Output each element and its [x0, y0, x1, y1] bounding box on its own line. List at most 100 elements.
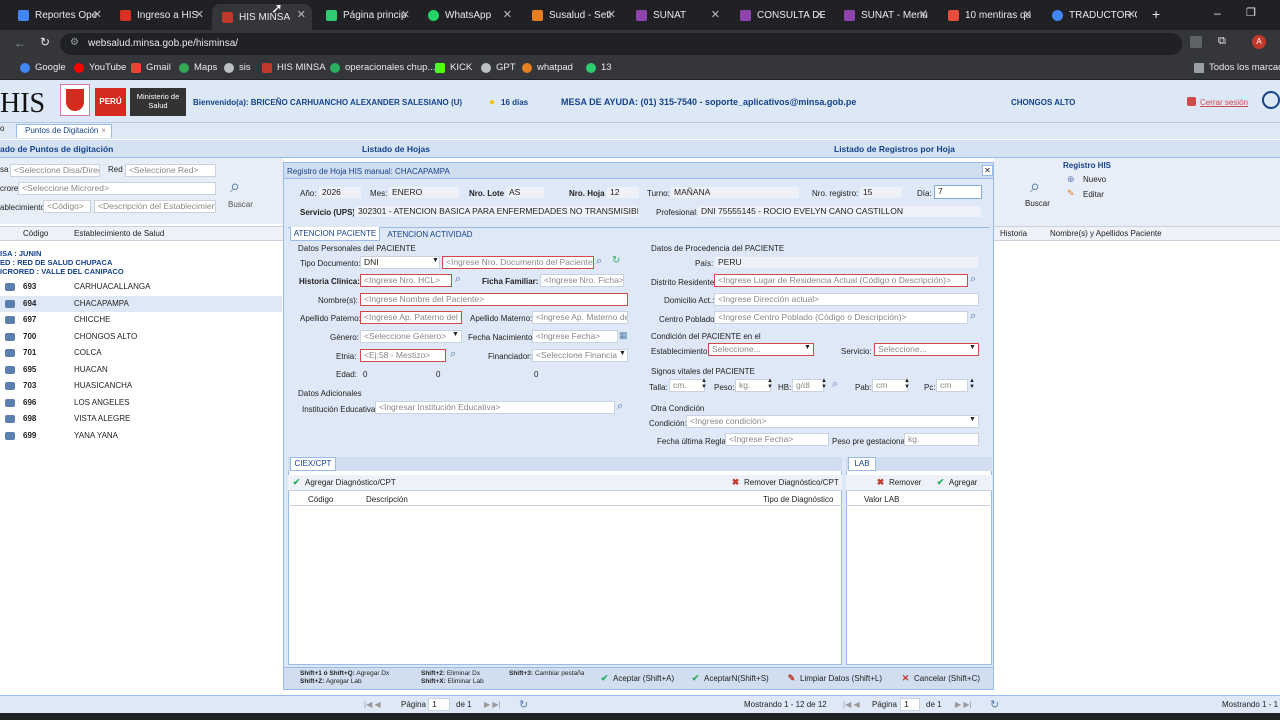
bookmark-13[interactable]: 13: [586, 62, 612, 73]
clear-button[interactable]: ✎ Limpiar Datos (Shift+L): [787, 674, 882, 684]
est-code-input[interactable]: <Código>: [43, 200, 91, 213]
bookmark-gpt[interactable]: GPT: [481, 62, 516, 73]
extension-icon[interactable]: [1190, 36, 1202, 48]
refresh-icon[interactable]: ↻: [612, 255, 620, 266]
establecimiento-select[interactable]: Seleccione...: [708, 343, 814, 356]
tab-prev[interactable]: o: [0, 124, 6, 138]
tab-ciex[interactable]: CIEX/CPT: [290, 457, 336, 471]
accept-button[interactable]: ✔ Aceptar (Shift+A): [600, 674, 674, 684]
table-row[interactable]: 693 CARHUACALLANGA: [0, 279, 282, 295]
spinner-icon[interactable]: ▲ ▼: [821, 378, 827, 390]
centro-poblado-input[interactable]: <Ingrese Centro Poblado (Código o Descri…: [714, 311, 968, 324]
site-info-icon[interactable]: ⚙: [70, 37, 79, 48]
table-row[interactable]: 695 HUACAN: [0, 362, 282, 378]
next-page-icon[interactable]: ▶ ▶|: [484, 700, 501, 709]
peso-pregest-input[interactable]: kg.: [904, 433, 979, 446]
col-valor-lab[interactable]: Valor LAB: [864, 495, 899, 504]
first-page-icon[interactable]: |◀ ◀: [843, 700, 860, 709]
tipo-doc-select[interactable]: DNI: [360, 256, 440, 269]
page-input[interactable]: 1: [900, 698, 920, 711]
accept-new-button[interactable]: ✔ AceptarN(Shift+S): [691, 674, 769, 684]
close-icon[interactable]: ×: [101, 126, 106, 135]
chevron-down-icon[interactable]: ▼: [969, 344, 976, 351]
col-tipo-dx[interactable]: Tipo de Diagnóstico: [763, 495, 833, 504]
search-icon[interactable]: ⌕: [970, 310, 976, 323]
search-button[interactable]: Buscar: [1025, 199, 1050, 208]
logout-icon[interactable]: [1187, 97, 1196, 106]
bookmark-youtube[interactable]: YouTube: [74, 62, 126, 73]
reload-icon[interactable]: ↻: [40, 35, 50, 49]
browser-tab[interactable]: Página princip ✕: [316, 4, 416, 26]
chevron-down-icon[interactable]: ▼: [432, 257, 439, 264]
table-row[interactable]: 694 CHACAPAMPA: [0, 295, 282, 312]
bookmark-google[interactable]: Google: [20, 62, 66, 73]
close-icon[interactable]: ✕: [195, 8, 204, 21]
close-icon[interactable]: ✕: [1127, 8, 1136, 21]
spinner-icon[interactable]: ▲ ▼: [767, 378, 773, 390]
distrito-input[interactable]: <Ingrese Lugar de Residencia Actual (Cód…: [714, 274, 968, 287]
search-icon[interactable]: ⌕: [596, 255, 602, 268]
edit-icon[interactable]: ✎: [1067, 188, 1075, 199]
col-establecimiento[interactable]: Establecimiento de Salud: [74, 229, 164, 238]
browser-tab-active[interactable]: HIS MINSA ✕: [212, 4, 312, 30]
dia-input[interactable]: 7: [934, 185, 982, 199]
bookmark-whatpad[interactable]: whatpad: [522, 62, 573, 73]
bookmark-kick[interactable]: KICK: [435, 62, 472, 73]
new-button[interactable]: Nuevo: [1083, 175, 1106, 184]
table-row[interactable]: 701 COLCA: [0, 345, 282, 361]
puzzle-icon[interactable]: ⧉: [1218, 35, 1226, 48]
edit-button[interactable]: Editar: [1083, 190, 1104, 199]
browser-tab[interactable]: 10 mentiras qu ✕: [938, 4, 1038, 26]
first-page-icon[interactable]: |◀ ◀: [364, 700, 381, 709]
close-icon[interactable]: ✕: [297, 8, 306, 21]
spinner-icon[interactable]: ▲ ▼: [701, 378, 707, 390]
new-tab-icon[interactable]: +: [1152, 6, 1160, 22]
logout-link[interactable]: Cerrar sesión: [1200, 98, 1248, 107]
close-icon[interactable]: ✕: [503, 8, 512, 21]
next-page-icon[interactable]: ▶ ▶|: [955, 700, 972, 709]
close-icon[interactable]: ✕: [711, 8, 720, 21]
ficha-input[interactable]: <Ingrese Nro. Ficha>: [540, 274, 624, 287]
tab-lab[interactable]: LAB: [848, 457, 876, 471]
spinner-icon[interactable]: ▲ ▼: [969, 378, 975, 390]
close-icon[interactable]: ✕: [919, 8, 928, 21]
col-nombre[interactable]: Nombre(s) y Apellidos Paciente: [1050, 229, 1162, 238]
ap-paterno-input[interactable]: <Ingrese Ap. Paterno del P: [360, 311, 462, 324]
pab-input[interactable]: cm: [872, 379, 908, 392]
search-icon[interactable]: ⌕: [970, 273, 976, 286]
remove-lab-button[interactable]: ✖ Remover: [876, 478, 922, 488]
browser-tab[interactable]: TRADUCTOR G ✕: [1042, 4, 1142, 26]
bookmark-operacionales[interactable]: operacionales chup...: [330, 62, 435, 73]
tab-atencion-actividad[interactable]: ATENCION ACTIVIDAD: [384, 229, 476, 241]
historia-input[interactable]: <Ingrese Nro. HCL>: [360, 274, 452, 287]
search-button[interactable]: Buscar: [228, 200, 253, 209]
close-icon[interactable]: ✕: [982, 165, 993, 176]
bookmark-maps[interactable]: Maps: [179, 62, 217, 73]
url-input[interactable]: websalud.minsa.gob.pe/hisminsa/: [60, 33, 1182, 55]
browser-tab[interactable]: Ingreso a HIS ✕: [110, 4, 210, 26]
add-lab-button[interactable]: ✔ Agregar: [936, 478, 978, 488]
search-icon[interactable]: ⌕: [455, 273, 461, 286]
refresh-icon[interactable]: ↻: [519, 698, 528, 711]
table-row[interactable]: 697 CHICCHE: [0, 312, 282, 328]
browser-tab[interactable]: CONSULTA DE ✕: [730, 4, 830, 26]
est-desc-input[interactable]: <Descripción del Establecimiento>: [94, 200, 216, 213]
tab-atencion-paciente[interactable]: ATENCION PACIENTE: [290, 227, 380, 241]
search-icon[interactable]: ⌕: [230, 176, 240, 197]
search-icon[interactable]: ⌕: [617, 400, 623, 413]
chevron-down-icon[interactable]: ▼: [619, 350, 626, 357]
table-row[interactable]: 699 YANA YANA: [0, 428, 282, 444]
etnia-input[interactable]: <Ej:58 - Mestizo>: [360, 349, 446, 362]
new-icon[interactable]: ⊕: [1067, 174, 1075, 185]
hb-input[interactable]: g/dl: [792, 379, 824, 392]
minimize-icon[interactable]: –: [1214, 6, 1221, 20]
tab-puntos-digitacion[interactable]: Puntos de Digitación ×: [16, 124, 112, 138]
col-codigo[interactable]: Código: [23, 229, 48, 238]
bookmark-sis[interactable]: sis: [224, 62, 251, 73]
condicion-select[interactable]: <Ingrese condición>: [686, 415, 979, 428]
maximize-icon[interactable]: ❐: [1246, 6, 1256, 19]
table-row[interactable]: 700 CHONGOS ALTO: [0, 329, 282, 345]
col-codigo-dx[interactable]: Código: [308, 495, 333, 504]
col-historia[interactable]: Historia: [1000, 229, 1027, 238]
cancel-button[interactable]: ✕ Cancelar (Shift+C): [901, 674, 980, 684]
